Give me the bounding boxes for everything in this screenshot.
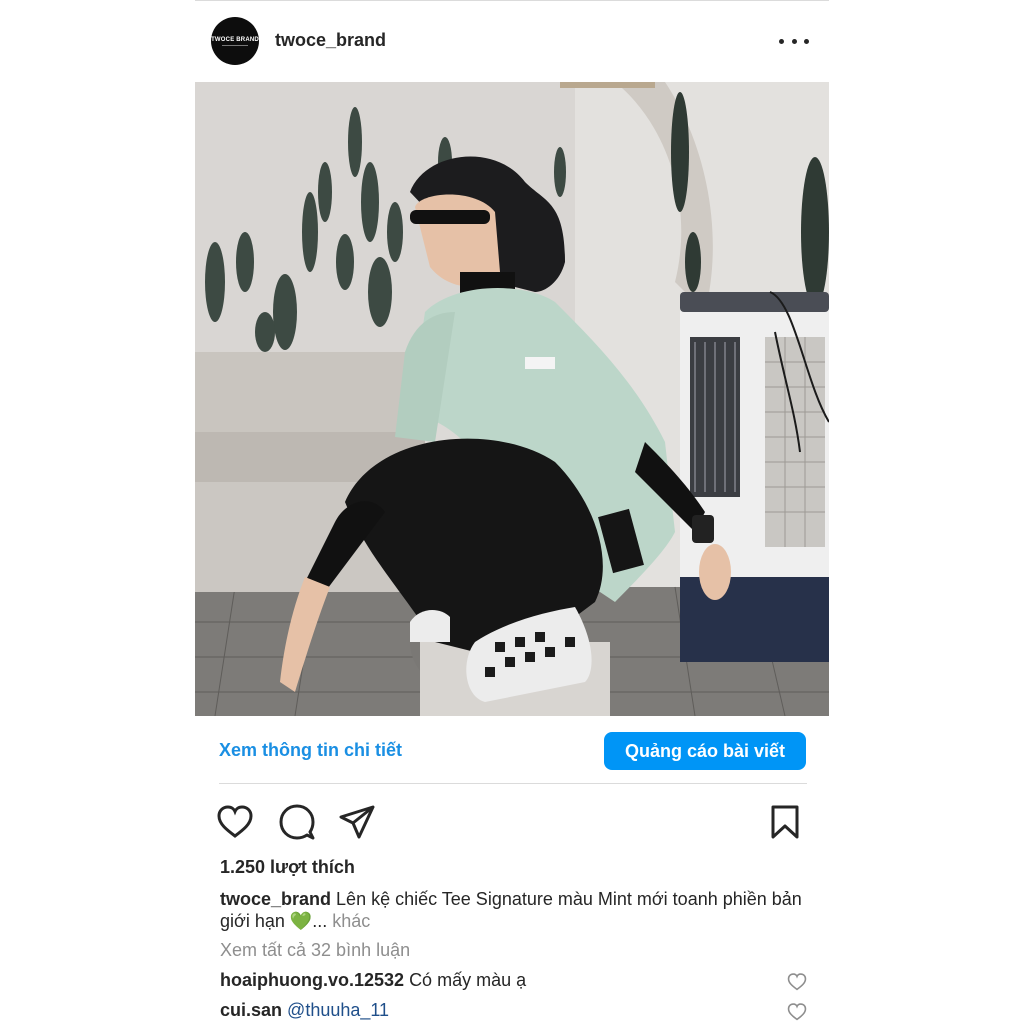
comment-icon[interactable] xyxy=(275,800,319,844)
comment-username[interactable]: hoaiphuong.vo.12532 xyxy=(220,970,404,990)
post-photo[interactable] xyxy=(195,82,829,716)
more-icon[interactable] xyxy=(779,28,809,54)
caption: twoce_brand Lên kệ chiếc Tee Signature m… xyxy=(220,888,816,932)
comment-text: Có mấy màu ạ xyxy=(409,970,527,990)
comment-row: hoaiphuong.vo.12532 Có mấy màu ạ xyxy=(220,970,816,994)
avatar[interactable]: TWOCE BRAND xyxy=(211,17,259,65)
action-bar xyxy=(195,800,829,844)
bookmark-icon[interactable] xyxy=(763,800,807,844)
caption-username[interactable]: twoce_brand xyxy=(220,889,331,909)
post-header: TWOCE BRAND twoce_brand xyxy=(195,0,829,82)
likes-count[interactable]: 1.250 lượt thích xyxy=(220,857,355,878)
post-cta-row: Xem thông tin chi tiết Quảng cáo bài viế… xyxy=(195,716,829,784)
avatar-logo-text: TWOCE BRAND xyxy=(211,36,259,43)
view-all-comments-link[interactable]: Xem tất cả 32 bình luận xyxy=(220,940,410,961)
promote-post-button[interactable]: Quảng cáo bài viết xyxy=(604,732,806,770)
username[interactable]: twoce_brand xyxy=(275,30,386,51)
share-icon[interactable] xyxy=(335,800,379,844)
view-details-link[interactable]: Xem thông tin chi tiết xyxy=(219,740,402,761)
divider xyxy=(219,783,807,784)
heart-icon[interactable] xyxy=(213,800,257,844)
comment-username[interactable]: cui.san xyxy=(220,1000,282,1020)
photo-illustration xyxy=(195,82,829,716)
caption-more-link[interactable]: khác xyxy=(332,911,370,931)
comment-row: cui.san @thuuha_11 xyxy=(220,1000,816,1024)
comment-mention[interactable]: @thuuha_11 xyxy=(287,1000,389,1020)
heart-icon[interactable] xyxy=(787,973,807,996)
avatar-logo-line xyxy=(222,44,248,46)
heart-icon[interactable] xyxy=(787,1003,807,1026)
instagram-post: TWOCE BRAND twoce_brand Xem thông tin ch… xyxy=(195,0,829,1024)
